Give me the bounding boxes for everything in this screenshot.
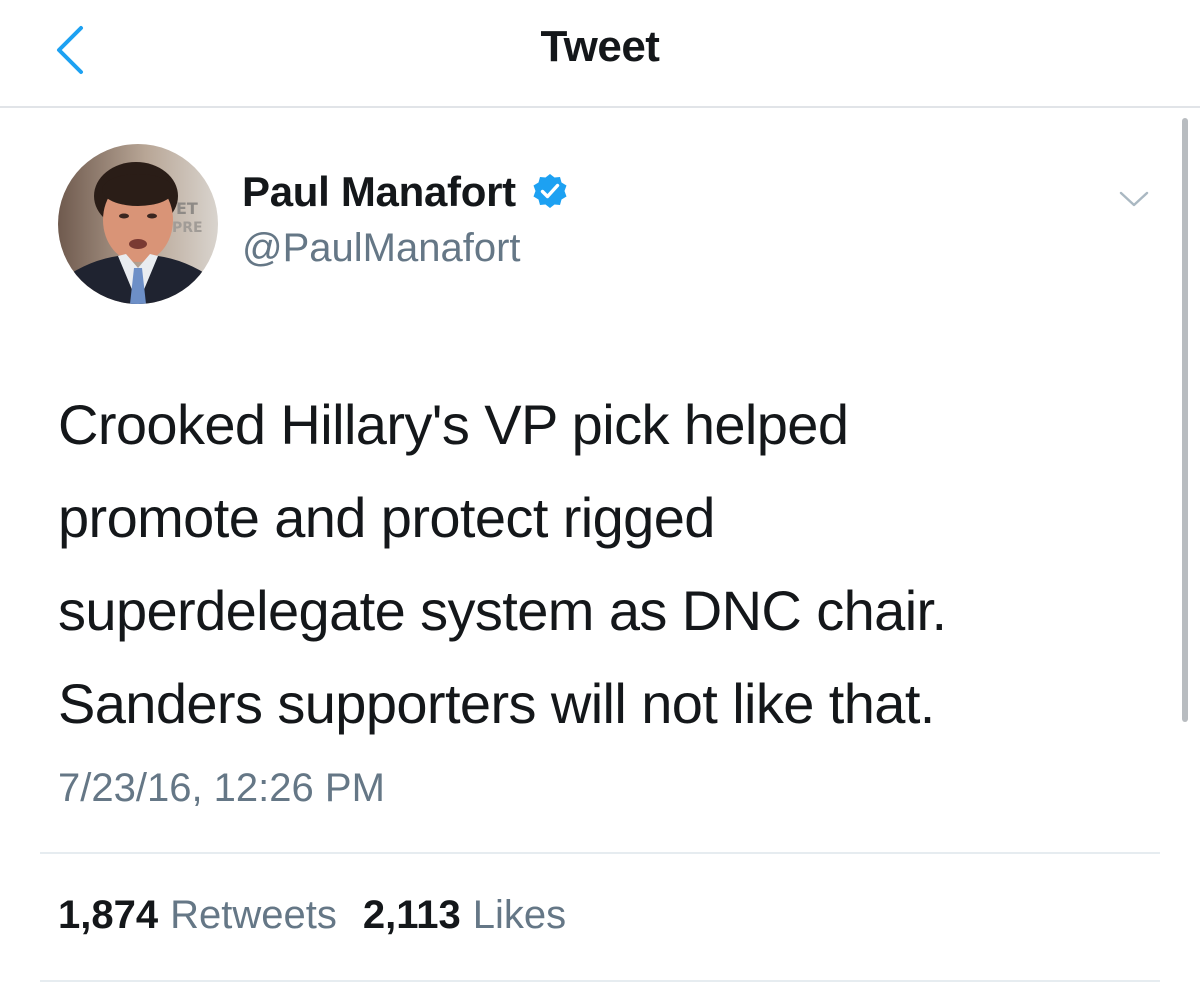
likes-stat[interactable]: 2,113 Likes — [363, 893, 566, 938]
retweets-count: 1,874 — [58, 893, 159, 937]
tweet-timestamp: 7/23/16, 12:26 PM — [58, 766, 385, 810]
chevron-down-icon — [1119, 191, 1149, 207]
svg-text:ET: ET — [176, 199, 198, 218]
tweet-stats: 1,874 Retweets 2,113 Likes — [58, 893, 592, 938]
navigation-header: Tweet — [0, 0, 1200, 108]
more-options-button[interactable] — [1114, 184, 1154, 214]
scrollbar[interactable] — [1182, 118, 1188, 722]
tweet-text: Crooked Hillary's VP pick helped promote… — [58, 393, 947, 735]
divider — [40, 852, 1160, 854]
verified-badge-icon — [530, 172, 570, 212]
retweets-label: Retweets — [170, 893, 337, 937]
divider — [40, 980, 1160, 982]
likes-label: Likes — [472, 893, 567, 937]
author-handle[interactable]: @PaulManafort — [242, 226, 521, 271]
avatar-image: ET PRE — [58, 144, 218, 304]
likes-count: 2,113 — [362, 893, 461, 937]
retweets-stat[interactable]: 1,874 Retweets — [58, 893, 337, 938]
avatar[interactable]: ET PRE — [58, 144, 218, 304]
page-title: Tweet — [540, 22, 660, 71]
author-name-row[interactable]: Paul Manafort — [242, 168, 570, 216]
author-name[interactable]: Paul Manafort — [242, 168, 516, 216]
svg-text:PRE: PRE — [172, 220, 203, 236]
